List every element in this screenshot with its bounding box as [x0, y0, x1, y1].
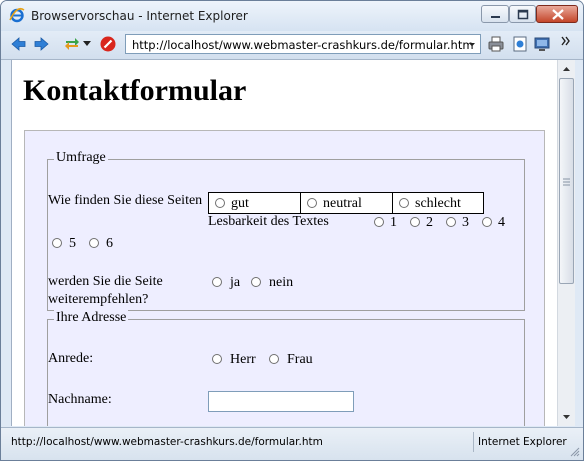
forward-arrow-icon[interactable] [33, 35, 51, 53]
anrede-radio-herr[interactable] [212, 354, 222, 364]
q1-options-table: gut neutral schlecht [208, 192, 484, 214]
q1-radio-neutral[interactable] [307, 198, 317, 208]
address-toolbar: http://localhost/www.webmaster-crashkurs… [1, 31, 583, 60]
q1-radio-schlecht[interactable] [399, 198, 409, 208]
back-arrow-icon[interactable] [9, 35, 27, 53]
q2-radio-1[interactable] [374, 217, 384, 227]
q3-radio-nein[interactable] [251, 277, 261, 287]
q2-option-5: 5 [69, 236, 76, 251]
status-bar: http://localhost/www.webmaster-crashkurs… [1, 427, 583, 460]
fieldset-umfrage: Umfrage Wie finden Sie diese Seiten gut … [47, 150, 525, 311]
q1-cell-schlecht: schlecht [392, 192, 484, 214]
close-button[interactable] [536, 5, 578, 23]
scrollbar-thumb[interactable] [559, 78, 574, 284]
q2-option-3: 3 [462, 215, 469, 230]
q2-option-4: 4 [498, 215, 505, 230]
q2-label: Lesbarkeit des Textes [208, 214, 329, 229]
legend-umfrage: Umfrage [54, 150, 108, 166]
chevron-more-icon[interactable] [561, 36, 571, 46]
address-text: http://localhost/www.webmaster-crashkurs… [132, 38, 474, 52]
q1-option-neutral: neutral [323, 196, 362, 211]
refresh-icon[interactable] [63, 35, 81, 53]
page-viewport: Kontaktformular Umfrage Wie finden Sie d… [11, 60, 558, 426]
resize-grip-icon[interactable] [570, 447, 580, 457]
q2-option-6: 6 [106, 236, 113, 251]
page-icon[interactable] [511, 35, 529, 53]
address-input[interactable]: http://localhost/www.webmaster-crashkurs… [125, 34, 481, 54]
anrede-option-frau: Frau [287, 352, 313, 367]
q2-radio-6[interactable] [89, 238, 99, 248]
status-zone: Internet Explorer [478, 436, 567, 448]
window-title: Browservorschau - Internet Explorer [31, 9, 248, 23]
anrede-radio-frau[interactable] [269, 354, 279, 364]
q2-radio-3[interactable] [446, 217, 456, 227]
q3-radio-ja[interactable] [212, 277, 222, 287]
q1-option-gut: gut [231, 196, 249, 211]
maximize-icon [517, 9, 529, 20]
nachname-label: Nachname: [48, 392, 112, 407]
contact-form: Umfrage Wie finden Sie diese Seiten gut … [24, 130, 545, 426]
q1-radio-gut[interactable] [215, 198, 225, 208]
minimize-icon [491, 16, 500, 18]
anrede-option-herr: Herr [230, 352, 256, 367]
fieldset-adresse: Ihre Adresse Anrede: Herr Frau Nachname: [47, 310, 525, 426]
status-text: http://localhost/www.webmaster-crashkurs… [11, 436, 323, 448]
anrede-label: Anrede: [48, 351, 94, 366]
q3-label: werden Sie die Seite weiterempfehlen? [48, 274, 163, 307]
q3-option-ja: ja [230, 275, 241, 290]
q2-option-1: 1 [390, 215, 397, 230]
stop-icon[interactable] [99, 35, 117, 53]
q2-radio-4[interactable] [482, 217, 492, 227]
q1-label: Wie finden Sie diese Seiten [48, 193, 203, 208]
q3-option-nein: nein [269, 275, 294, 290]
browser-window: Browservorschau - Internet Explorer http… [0, 0, 584, 461]
q2-option-2: 2 [426, 215, 433, 230]
status-divider [473, 432, 474, 452]
print-icon[interactable] [487, 35, 505, 53]
legend-adresse: Ihre Adresse [54, 310, 129, 326]
title-bar: Browservorschau - Internet Explorer [1, 1, 583, 31]
refresh-dropdown-icon[interactable] [83, 41, 91, 47]
q2-radio-2[interactable] [410, 217, 420, 227]
nachname-input[interactable] [208, 391, 354, 412]
vertical-scrollbar[interactable] [557, 60, 575, 426]
address-dropdown-icon[interactable] [466, 37, 478, 51]
q2-radio-5[interactable] [52, 238, 62, 248]
thumb-grip-icon [563, 178, 570, 186]
maximize-button[interactable] [509, 5, 536, 23]
scroll-down-icon[interactable] [559, 409, 574, 425]
internet-explorer-icon [9, 7, 25, 23]
q1-option-schlecht: schlecht [415, 196, 461, 211]
close-icon [552, 9, 564, 20]
scroll-up-icon[interactable] [559, 61, 574, 77]
tools-icon[interactable] [533, 35, 551, 53]
q1-cell-neutral: neutral [300, 192, 393, 214]
q1-cell-gut: gut [208, 192, 301, 214]
minimize-button[interactable] [481, 5, 509, 23]
page-title: Kontaktformular [23, 74, 247, 107]
